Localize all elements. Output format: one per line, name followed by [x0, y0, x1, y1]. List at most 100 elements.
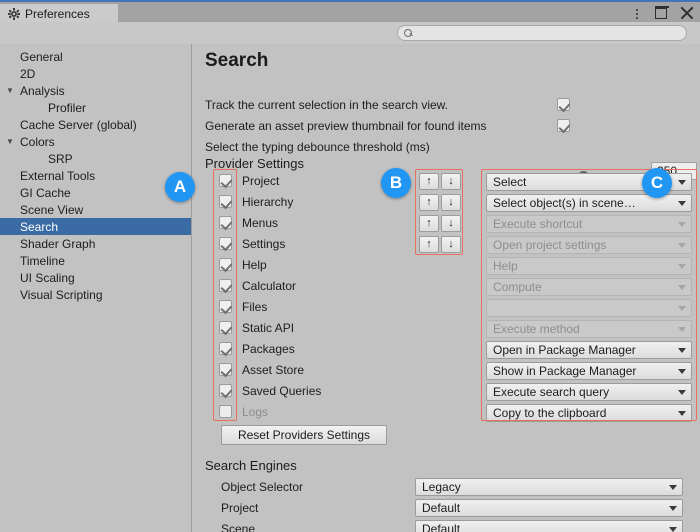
provider-checkbox-project[interactable]: [219, 174, 232, 187]
sidebar-item-label: Shader Graph: [20, 236, 96, 251]
sidebar-item-visual-scripting[interactable]: Visual Scripting: [0, 286, 191, 303]
provider-action-dropdown-static-api: Execute method: [486, 320, 692, 338]
sidebar-item-label: Cache Server (global): [20, 117, 137, 132]
search-input[interactable]: [417, 27, 667, 39]
sidebar-item-search[interactable]: Search: [0, 218, 191, 235]
reset-providers-button[interactable]: Reset Providers Settings: [221, 425, 387, 445]
engine-dropdown-scene[interactable]: Default: [415, 520, 683, 532]
sidebar-item-label: Visual Scripting: [20, 287, 103, 302]
page-title: Search: [205, 50, 269, 71]
provider-label-hierarchy: Hierarchy: [242, 195, 294, 209]
provider-checkbox-help[interactable]: [219, 258, 232, 271]
search-field[interactable]: [397, 25, 687, 41]
provider-checkbox-menus[interactable]: [219, 216, 232, 229]
provider-checkbox-packages[interactable]: [219, 342, 232, 355]
provider-checkbox-static-api[interactable]: [219, 321, 232, 334]
provider-label-project: Project: [242, 174, 280, 188]
move-up-button-0[interactable]: ↑: [419, 173, 439, 190]
chevron-down-icon[interactable]: ▼: [4, 86, 16, 95]
sidebar-item-label: External Tools: [20, 168, 96, 183]
engine-value: Legacy: [422, 480, 461, 494]
chevron-down-icon: [669, 485, 677, 490]
window-controls: [630, 2, 694, 24]
engine-dropdown-object-selector[interactable]: Legacy: [415, 478, 683, 496]
preferences-window: Preferences General 2D ▼ Analysis Profiler Ca…: [0, 0, 700, 532]
move-down-button-3[interactable]: ↓: [441, 236, 461, 253]
provider-checkbox-settings[interactable]: [219, 237, 232, 250]
sidebar-item-label: 2D: [20, 66, 36, 81]
engine-label-project: Project: [221, 501, 259, 515]
option-checkbox-asset-preview[interactable]: [557, 119, 570, 132]
chevron-down-icon[interactable]: ▼: [4, 137, 16, 146]
sidebar-item-srp[interactable]: SRP: [0, 150, 191, 167]
sidebar-item-label: GI Cache: [20, 185, 71, 200]
provider-checkbox-logs[interactable]: [219, 405, 232, 418]
engine-label-scene: Scene: [221, 522, 256, 532]
sidebar-item-analysis[interactable]: ▼ Analysis: [0, 82, 191, 99]
settings-main-panel: Search Track the current selection in th…: [193, 44, 700, 532]
option-checkbox-track-selection[interactable]: [557, 98, 570, 111]
provider-action-dropdown-saved-queries[interactable]: Execute search query: [486, 383, 692, 401]
reset-providers-label: Reset Providers Settings: [237, 428, 371, 442]
provider-checkbox-files[interactable]: [219, 300, 232, 313]
sidebar-item-general[interactable]: General: [0, 48, 191, 65]
provider-action-dropdown-settings: Open project settings: [486, 236, 692, 254]
sidebar-item-timeline[interactable]: Timeline: [0, 252, 191, 269]
sidebar-item-profiler[interactable]: Profiler: [0, 99, 191, 116]
sidebar-item-colors[interactable]: ▼ Colors: [0, 133, 191, 150]
kebab-menu-icon[interactable]: [630, 6, 644, 20]
move-down-button-1[interactable]: ↓: [441, 194, 461, 211]
move-down-button-2[interactable]: ↓: [441, 215, 461, 232]
engine-label-object-selector: Object Selector: [221, 480, 304, 494]
provider-action-dropdown-packages[interactable]: Open in Package Manager: [486, 341, 692, 359]
provider-action-dropdown-calculator: Compute: [486, 278, 692, 296]
tab-label: Preferences: [25, 7, 90, 21]
chevron-down-icon: [678, 243, 686, 248]
move-up-button-2[interactable]: ↑: [419, 215, 439, 232]
engine-value: Default: [422, 522, 461, 532]
provider-action-value: Help: [493, 259, 518, 273]
move-up-button-1[interactable]: ↑: [419, 194, 439, 211]
provider-checkbox-hierarchy[interactable]: [219, 195, 232, 208]
maximize-icon[interactable]: [655, 6, 669, 20]
sidebar-item-cache-server-global[interactable]: Cache Server (global): [0, 116, 191, 133]
move-up-button-3[interactable]: ↑: [419, 236, 439, 253]
option-label-asset-preview: Generate an asset preview thumbnail for …: [205, 119, 487, 133]
provider-action-value: Copy to the clipboard: [493, 406, 607, 420]
engine-dropdown-project[interactable]: Default: [415, 499, 683, 517]
engine-value: Default: [422, 501, 461, 515]
annotation-badge-b: B: [381, 168, 411, 198]
sidebar-item-label: General: [20, 49, 63, 64]
provider-checkbox-asset-store[interactable]: [219, 363, 232, 376]
sidebar-item-label: SRP: [48, 151, 73, 166]
provider-action-dropdown-logs[interactable]: Copy to the clipboard: [486, 404, 692, 422]
search-icon: [404, 28, 413, 38]
sidebar-item-label: Search: [20, 219, 59, 234]
close-icon[interactable]: [680, 6, 694, 20]
sidebar-item-2d[interactable]: 2D: [0, 65, 191, 82]
provider-action-value: Select: [493, 175, 527, 189]
provider-checkbox-calculator[interactable]: [219, 279, 232, 292]
sidebar-item-scene-view[interactable]: Scene View: [0, 201, 191, 218]
chevron-down-icon: [678, 180, 686, 185]
preferences-toolbar: [0, 22, 700, 44]
sidebar-item-shader-graph[interactable]: Shader Graph: [0, 235, 191, 252]
provider-label-asset-store: Asset Store: [242, 363, 305, 377]
provider-action-value: Compute: [493, 280, 542, 294]
sidebar-item-external-tools[interactable]: External Tools: [0, 167, 191, 184]
chevron-down-icon: [678, 264, 686, 269]
chevron-down-icon: [678, 390, 686, 395]
provider-label-logs: Logs: [242, 405, 269, 419]
sidebar-item-ui-scaling[interactable]: UI Scaling: [0, 269, 191, 286]
provider-action-dropdown-asset-store[interactable]: Show in Package Manager: [486, 362, 692, 380]
sidebar-item-label: Scene View: [20, 202, 84, 217]
settings-sidebar[interactable]: General 2D ▼ Analysis Profiler Cache Server (…: [0, 44, 192, 532]
chevron-down-icon: [678, 306, 686, 311]
chevron-down-icon: [678, 201, 686, 206]
tab-preferences[interactable]: Preferences: [0, 4, 118, 24]
chevron-down-icon: [669, 527, 677, 532]
provider-checkbox-saved-queries[interactable]: [219, 384, 232, 397]
provider-action-value: Execute method: [493, 322, 580, 336]
move-down-button-0[interactable]: ↓: [441, 173, 461, 190]
sidebar-item-gi-cache[interactable]: GI Cache: [0, 184, 191, 201]
